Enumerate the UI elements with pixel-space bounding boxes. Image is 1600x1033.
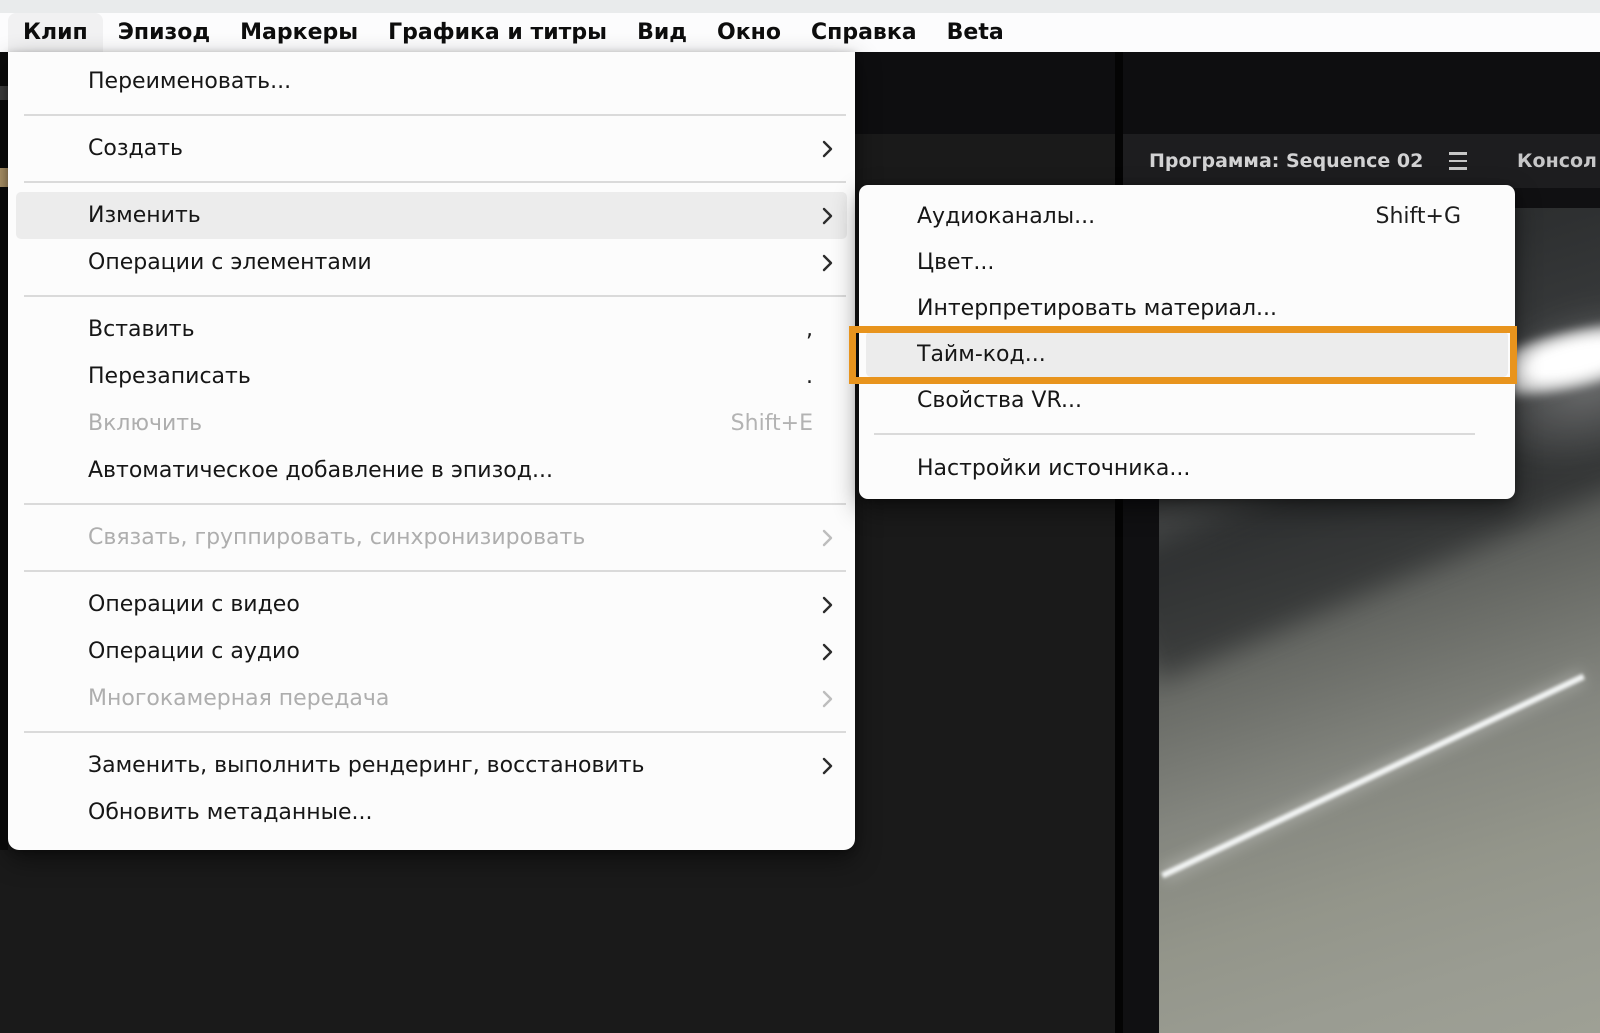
menu-item-label: Вставить: [88, 317, 195, 342]
menubar-item-label: Эпизод: [117, 20, 211, 45]
program-panel-tab[interactable]: Программа: Sequence 02: [1149, 146, 1471, 176]
menu-item-color[interactable]: Цвет...: [859, 239, 1515, 285]
menu-item-audio-channels[interactable]: Аудиоканалы... Shift+G: [859, 193, 1515, 239]
menu-item-enable: Включить Shift+E: [8, 400, 855, 447]
app-background-band: [848, 52, 1600, 134]
shortcut-label: Shift+G: [1375, 203, 1462, 229]
menubar-item-label: Вид: [637, 20, 688, 45]
menu-item-label: Операции с элементами: [88, 250, 372, 275]
menu-item-label: Операции с видео: [88, 592, 300, 617]
toolbar-edge-strip: [0, 52, 8, 850]
clip-dropdown-menu: Переименовать... Создать Изменить Операции …: [8, 52, 855, 850]
menu-item-label: Перезаписать: [88, 364, 251, 389]
menubar-item-label: Клип: [23, 20, 88, 45]
menu-item-overwrite[interactable]: Перезаписать.: [8, 353, 855, 400]
menu-separator: [8, 105, 855, 125]
submenu-arrow-icon: [822, 595, 833, 615]
menu-separator: [859, 423, 1515, 445]
menu-item-item-operations[interactable]: Операции с элементами: [8, 239, 855, 286]
menu-item-video-options[interactable]: Операции с видео: [8, 581, 855, 628]
menu-item-source-settings[interactable]: Настройки источника...: [859, 445, 1515, 491]
menubar-item-graphics-titles[interactable]: Графика и титры: [373, 13, 622, 52]
menu-item-label: Свойства VR...: [917, 387, 1082, 413]
submenu-arrow-icon: [822, 642, 833, 662]
menubar-item-label: Справка: [810, 20, 917, 45]
menu-item-label: Многокамерная передача: [88, 686, 390, 711]
shortcut-label: Shift+E: [730, 411, 813, 436]
menu-item-label: Аудиоканалы...: [917, 203, 1096, 229]
menu-item-label: Переименовать...: [88, 69, 292, 94]
console-panel-tab[interactable]: Консол: [1517, 134, 1597, 188]
menubar-item-sequence[interactable]: Эпизод: [103, 13, 225, 52]
menu-item-link-group-sync: Связать, группировать, синхронизировать: [8, 514, 855, 561]
menu-separator: [8, 286, 855, 306]
menu-item-modify[interactable]: Изменить: [16, 192, 847, 239]
video-lane-line: [1161, 673, 1585, 879]
menu-separator: [8, 494, 855, 514]
menubar-item-label: Окно: [717, 20, 781, 45]
toolbar-accent: [0, 86, 8, 100]
shortcut-label: ,: [806, 317, 813, 342]
menu-item-create[interactable]: Создать: [8, 125, 855, 172]
menubar-item-label: Графика и титры: [388, 20, 608, 45]
submenu-arrow-icon: [822, 139, 833, 159]
menu-item-audio-options[interactable]: Операции с аудио: [8, 628, 855, 675]
menubar-item-beta[interactable]: Beta: [932, 13, 1019, 52]
submenu-arrow-icon: [822, 689, 833, 709]
shortcut-label: .: [806, 364, 813, 389]
menu-separator: [8, 561, 855, 581]
menu-item-label: Цвет...: [917, 249, 995, 275]
menu-item-label: Заменить, выполнить рендеринг, восстанов…: [88, 753, 645, 778]
menubar-item-view[interactable]: Вид: [622, 13, 702, 52]
program-panel-title: Программа: Sequence 02: [1149, 150, 1424, 172]
menubar-item-help[interactable]: Справка: [796, 13, 932, 52]
menubar-item-label: Beta: [946, 20, 1004, 45]
menu-item-replace-render-restore[interactable]: Заменить, выполнить рендеринг, восстанов…: [8, 742, 855, 789]
menu-item-label: Изменить: [88, 203, 201, 228]
menubar: Клип Эпизод Маркеры Графика и титры Вид Окно С…: [0, 13, 1600, 52]
submenu-arrow-icon: [822, 253, 833, 273]
menu-item-rename[interactable]: Переименовать...: [8, 58, 855, 105]
menu-item-multicamera: Многокамерная передача: [8, 675, 855, 722]
annotation-highlight-box: [849, 326, 1517, 384]
menubar-item-clip[interactable]: Клип: [8, 13, 103, 52]
panel-menu-icon[interactable]: [1445, 146, 1471, 176]
menu-separator: [8, 172, 855, 192]
toolbar-accent: [0, 168, 8, 187]
menu-item-label: Интерпретировать материал...: [917, 295, 1278, 321]
menu-item-label: Автоматическое добавление в эпизод...: [88, 458, 553, 483]
menu-item-update-metadata[interactable]: Обновить метаданные...: [8, 789, 855, 836]
menu-separator: [8, 722, 855, 742]
submenu-arrow-icon: [822, 528, 833, 548]
menu-item-label: Настройки источника...: [917, 455, 1191, 481]
submenu-arrow-icon: [822, 756, 833, 776]
menubar-item-label: Маркеры: [240, 20, 359, 45]
window-top-strip: [0, 0, 1600, 13]
menubar-item-window[interactable]: Окно: [702, 13, 796, 52]
menu-item-label: Связать, группировать, синхронизировать: [88, 525, 586, 550]
menu-item-auto-add-to-sequence[interactable]: Автоматическое добавление в эпизод...: [8, 447, 855, 494]
premiere-pro-app: Клип Эпизод Маркеры Графика и титры Вид Окно С…: [0, 0, 1600, 1033]
menu-item-label: Включить: [88, 411, 203, 436]
menu-item-insert[interactable]: Вставить,: [8, 306, 855, 353]
menu-item-label: Создать: [88, 136, 183, 161]
program-panel-header: Программа: Sequence 02 Консол: [1123, 134, 1600, 188]
menubar-item-markers[interactable]: Маркеры: [225, 13, 373, 52]
menu-item-label: Операции с аудио: [88, 639, 300, 664]
menu-item-interpret-footage[interactable]: Интерпретировать материал...: [859, 285, 1515, 331]
submenu-arrow-icon: [822, 206, 833, 226]
menu-item-label: Обновить метаданные...: [88, 800, 373, 825]
